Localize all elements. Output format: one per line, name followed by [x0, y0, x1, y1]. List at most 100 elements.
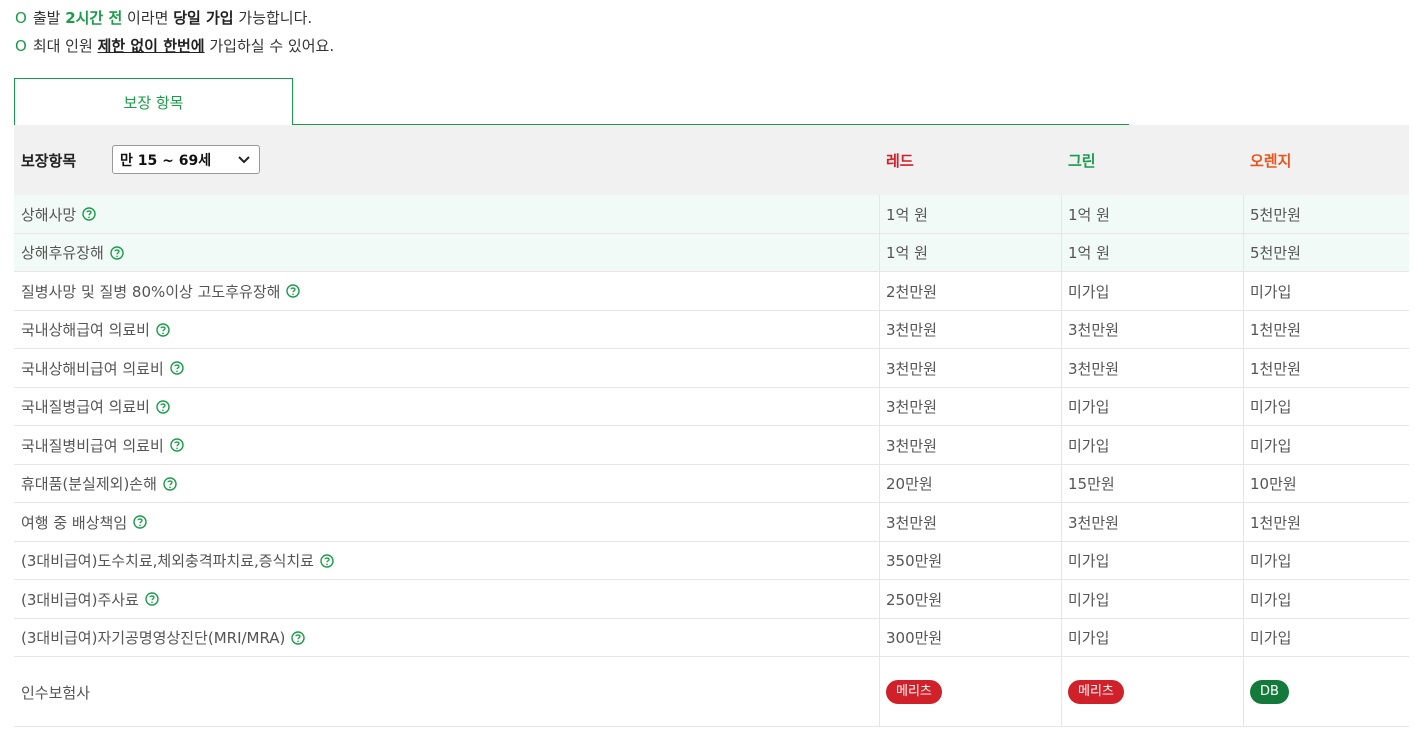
notice-text: 출발 [32, 9, 66, 27]
value-orange: 1천만원 [1250, 321, 1301, 339]
help-icon[interactable] [156, 399, 170, 414]
value-orange: 10만원 [1250, 475, 1297, 493]
value-red: 3천만원 [886, 513, 937, 532]
help-icon[interactable] [163, 476, 177, 491]
value-red: 3천만원 [886, 436, 937, 455]
insurer-badge: DB [1250, 680, 1289, 704]
value-orange: 미가입 [1250, 436, 1292, 455]
plan-orange-header: 오렌지 [1250, 152, 1292, 170]
coverage-name-text: 상해사망 [21, 205, 77, 224]
help-icon[interactable] [145, 592, 159, 606]
notice-highlight: 제한 없이 한번에 [97, 37, 205, 55]
coverage-name-text: 국내상해비급여 의료비 [21, 359, 164, 378]
table-header: 보장항목 만 15 ~ 69세 레드 그린 오렌지 [14, 125, 1409, 195]
coverage-name-text: 여행 중 배상책임 [21, 513, 128, 532]
value-red: 3천만원 [886, 321, 937, 339]
value-orange: 5천만원 [1250, 205, 1301, 224]
table-row: 상해사망 1억 원 1억 원 5천만원 [14, 195, 1409, 234]
notice-text: 최대 인원 [32, 37, 98, 55]
coverage-name-text: (3대비급여)자기공명영상진단(MRI/MRA) [21, 629, 286, 647]
table-row: 국내질병비급여 의료비 3천만원 미가입 미가입 [14, 426, 1409, 465]
coverage-name: 휴대품(분실제외)손해 [21, 465, 177, 503]
table-row: 국내상해비급여 의료비 3천만원 3천만원 1천만원 [14, 349, 1409, 388]
coverage-name: 국내상해급여 의료비 [21, 311, 170, 349]
coverage-name: 국내상해비급여 의료비 [21, 349, 184, 387]
coverage-name-text: 질병사망 및 질병 80%이상 고도후유장해 [21, 282, 281, 301]
header-label: 보장항목 [21, 152, 77, 170]
value-green: 미가입 [1068, 552, 1110, 570]
help-icon[interactable] [82, 207, 96, 221]
value-red: 20만원 [886, 475, 933, 493]
table-row: 여행 중 배상책임 3천만원 3천만원 1천만원 [14, 503, 1409, 542]
notice-highlight: 당일 가입 [173, 9, 234, 27]
value-green: 15만원 [1068, 475, 1115, 493]
plan-red-header: 레드 [886, 152, 914, 170]
coverage-name-text: (3대비급여)도수치료,체외충격파치료,증식치료 [21, 552, 314, 570]
coverage-name: 상해후유장해 [21, 234, 124, 272]
coverage-name: 상해사망 [21, 195, 96, 233]
notice-mark: O [15, 9, 27, 27]
value-orange: 미가입 [1250, 398, 1292, 416]
tab-coverage[interactable]: 보장 항목 [14, 78, 293, 125]
insurer-badge: 메리츠 [886, 680, 942, 704]
value-orange: 미가입 [1250, 552, 1292, 570]
insurer-row: 인수보험사 메리츠 메리츠 DB [14, 657, 1409, 727]
help-icon[interactable] [170, 438, 184, 452]
value-green: 미가입 [1068, 436, 1110, 455]
value-green: 3천만원 [1068, 321, 1119, 339]
table-row: 국내질병급여 의료비 3천만원 미가입 미가입 [14, 387, 1409, 426]
help-icon[interactable] [133, 515, 147, 529]
coverage-name: 질병사망 및 질병 80%이상 고도후유장해 [21, 272, 301, 310]
coverage-table: 보장항목 만 15 ~ 69세 레드 그린 오렌지 상해사망 1억 원 1억 원 5천… [14, 125, 1409, 727]
coverage-name: (3대비급여)주사료 [21, 580, 159, 618]
coverage-name-text: 상해후유장해 [21, 244, 104, 262]
help-icon[interactable] [156, 322, 170, 337]
value-green: 3천만원 [1068, 359, 1119, 378]
notice-line-2: O 최대 인원 제한 없이 한번에 가입하실 수 있어요. [15, 35, 334, 56]
table-row: 상해후유장해 1억 원 1억 원 5천만원 [14, 233, 1409, 272]
value-red: 3천만원 [886, 359, 937, 378]
coverage-name-text: 국내상해급여 의료비 [21, 321, 150, 339]
notice-text: 가능합니다. [233, 9, 313, 27]
age-select[interactable]: 만 15 ~ 69세 [112, 145, 260, 174]
table-row: 휴대품(분실제외)손해 20만원 15만원 10만원 [14, 464, 1409, 503]
value-red: 350만원 [886, 552, 943, 570]
value-red: 2천만원 [886, 282, 937, 301]
value-red: 3천만원 [886, 398, 937, 416]
notice-highlight: 2시간 전 [65, 9, 123, 27]
notice-mark: O [15, 37, 27, 55]
notice-text: 이라면 [122, 9, 174, 27]
notice-line-1: O 출발 2시간 전 이라면 당일 가입 가능합니다. [15, 7, 312, 28]
value-green: 1억 원 [1068, 205, 1110, 224]
table-row: 국내상해급여 의료비 3천만원 3천만원 1천만원 [14, 310, 1409, 349]
value-orange: 1천만원 [1250, 359, 1301, 378]
value-red: 1억 원 [886, 244, 928, 262]
coverage-name-text: 국내질병급여 의료비 [21, 398, 150, 416]
coverage-name: 국내질병비급여 의료비 [21, 426, 184, 464]
coverage-name-text: 휴대품(분실제외)손해 [21, 475, 157, 493]
value-orange: 미가입 [1250, 282, 1292, 301]
help-icon[interactable] [170, 361, 184, 375]
insurer-label: 인수보험사 [21, 683, 91, 702]
value-green: 미가입 [1068, 590, 1110, 609]
value-green: 미가입 [1068, 629, 1110, 647]
value-orange: 1천만원 [1250, 513, 1301, 532]
table-row: (3대비급여)주사료 250만원 미가입 미가입 [14, 580, 1409, 619]
table-row: 질병사망 및 질병 80%이상 고도후유장해 2천만원 미가입 미가입 [14, 272, 1409, 311]
help-icon[interactable] [320, 553, 334, 568]
help-icon[interactable] [286, 284, 301, 298]
tab-bar: 보장 항목 [14, 78, 1129, 125]
coverage-name-text: 국내질병비급여 의료비 [21, 436, 164, 455]
value-red: 1억 원 [886, 205, 928, 224]
coverage-name: 국내질병급여 의료비 [21, 388, 170, 426]
value-green: 1억 원 [1068, 244, 1110, 262]
plan-green-header: 그린 [1068, 152, 1096, 170]
value-orange: 5천만원 [1250, 244, 1301, 262]
help-icon[interactable] [291, 630, 306, 645]
table-row: (3대비급여)도수치료,체외충격파치료,증식치료 350만원 미가입 미가입 [14, 541, 1409, 580]
help-icon[interactable] [110, 245, 124, 260]
coverage-name-text: (3대비급여)주사료 [21, 590, 139, 609]
insurer-badge: 메리츠 [1068, 680, 1124, 704]
value-green: 미가입 [1068, 282, 1110, 301]
value-green: 미가입 [1068, 398, 1110, 416]
